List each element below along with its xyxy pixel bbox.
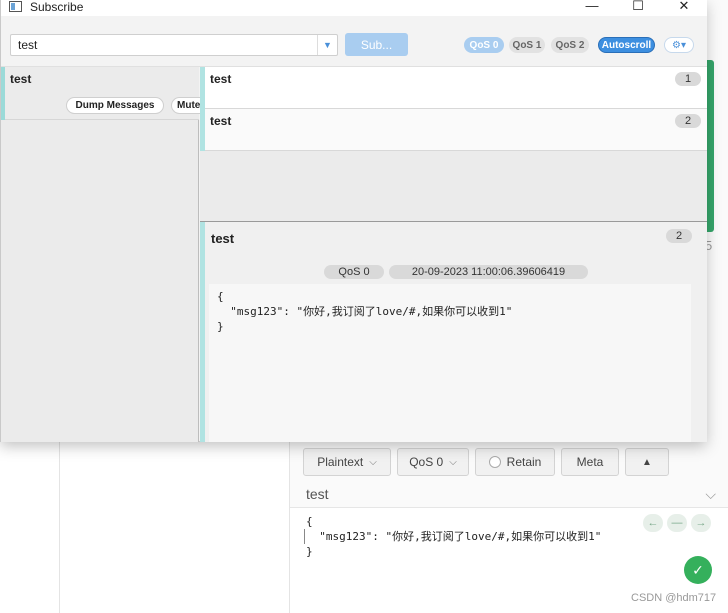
qos1-toggle[interactable]: QoS 1 <box>509 37 545 53</box>
app-icon <box>9 1 22 12</box>
dump-messages-button[interactable]: Dump Messages <box>66 97 164 114</box>
meta-button-label: Meta <box>576 455 604 469</box>
retain-label: Retain <box>506 455 542 469</box>
publish-topic-value: test <box>306 486 329 502</box>
topic-combobox-value: test <box>18 38 38 52</box>
maximize-icon[interactable]: ☐ <box>624 0 652 14</box>
message-list: test 1 test 2 <box>200 67 707 222</box>
mute-button[interactable]: Mute <box>171 97 201 114</box>
topic-combobox[interactable]: test ▼ <box>10 34 338 56</box>
subscribe-button[interactable]: Sub... <box>345 33 408 56</box>
message-row[interactable]: test 1 <box>200 67 707 109</box>
format-select[interactable]: Plaintext ⌵ <box>303 448 391 476</box>
message-row[interactable]: test 2 <box>200 109 707 151</box>
message-color-marker <box>200 67 205 109</box>
window-title: Subscribe <box>30 0 84 14</box>
detail-payload-box[interactable]: { "msg123": "你好,我订阅了love/#,如果你可以收到1" } <box>209 284 691 442</box>
minimize-icon[interactable]: — <box>578 0 606 14</box>
subscription-color-marker <box>1 67 5 120</box>
watermark: CSDN @hdm717 <box>631 592 717 604</box>
background-middle-pane <box>60 440 290 613</box>
retain-radio-icon <box>488 456 501 468</box>
message-color-marker <box>200 109 205 151</box>
message-topic: test <box>210 72 232 86</box>
subscription-topic: test <box>10 72 32 86</box>
detail-payload-text: { "msg123": "你好,我订阅了love/#,如果你可以收到1" } <box>217 290 513 333</box>
expand-button[interactable]: ▲ <box>625 448 669 476</box>
subscription-list: test Dump Messages Mute <box>1 67 201 442</box>
detail-topic: test <box>211 231 235 246</box>
qos2-toggle[interactable]: QoS 2 <box>551 37 589 53</box>
send-button[interactable]: ✓ <box>684 556 712 584</box>
format-select-label: Plaintext <box>317 455 364 469</box>
publish-topic-field[interactable]: test ⌵ <box>290 480 728 508</box>
chevron-down-icon: ⌵ <box>369 456 377 468</box>
detail-timestamp: 20-09-2023 11:00:06.39606419 <box>389 265 588 279</box>
publish-toolbar: Plaintext ⌵ QoS 0 ⌵ Retain Meta ▲ <box>303 448 669 476</box>
qos-select-label: QoS 0 <box>409 455 444 469</box>
arrow-right-icon[interactable]: → <box>691 514 711 532</box>
close-icon[interactable]: ✕ <box>670 0 698 14</box>
cursor-line-marker <box>304 529 305 544</box>
subscribe-window: Subscribe — ☐ ✕ test ▼ Sub... QoS 0 QoS … <box>0 0 707 442</box>
dropdown-arrow-icon[interactable]: ▼ <box>317 35 337 55</box>
background-left-pane <box>0 440 60 613</box>
dash-icon[interactable]: — <box>667 514 687 532</box>
settings-button[interactable]: ⚙▾ <box>664 37 694 53</box>
subscribe-toolbar: test ▼ Sub... QoS 0 QoS 1 QoS 2 Autoscro… <box>1 16 707 67</box>
publish-payload: { "msg123": "你好,我订阅了love/#,如果你可以收到1" } <box>304 514 602 559</box>
meta-button[interactable]: Meta <box>561 448 619 476</box>
message-number-badge: 1 <box>675 72 701 86</box>
chevron-down-icon: ⌵ <box>705 486 716 502</box>
send-icon: ✓ <box>692 561 704 578</box>
triangle-up-icon: ▲ <box>642 456 652 468</box>
subscription-item[interactable]: test Dump Messages Mute <box>1 67 201 120</box>
publish-payload-text: { "msg123": "你好,我订阅了love/#,如果你可以收到1" } <box>306 515 602 558</box>
retain-toggle[interactable]: Retain <box>475 448 555 476</box>
arrow-left-icon[interactable]: ← <box>643 514 663 532</box>
qos-select[interactable]: QoS 0 ⌵ <box>397 448 469 476</box>
detail-qos-badge: QoS 0 <box>324 265 384 279</box>
message-topic: test <box>210 114 232 128</box>
title-bar: Subscribe — ☐ ✕ <box>1 0 707 16</box>
chevron-down-icon: ⌵ <box>449 456 457 468</box>
detail-color-marker <box>200 222 205 442</box>
message-number-badge: 2 <box>675 114 701 128</box>
qos0-toggle[interactable]: QoS 0 <box>464 37 504 53</box>
gear-icon: ⚙▾ <box>672 39 686 51</box>
message-detail: test 2 QoS 0 20-09-2023 11:00:06.3960641… <box>200 222 707 442</box>
history-nav: ← — → <box>643 514 711 532</box>
detail-number-badge: 2 <box>666 229 692 243</box>
autoscroll-toggle[interactable]: Autoscroll <box>598 37 655 53</box>
